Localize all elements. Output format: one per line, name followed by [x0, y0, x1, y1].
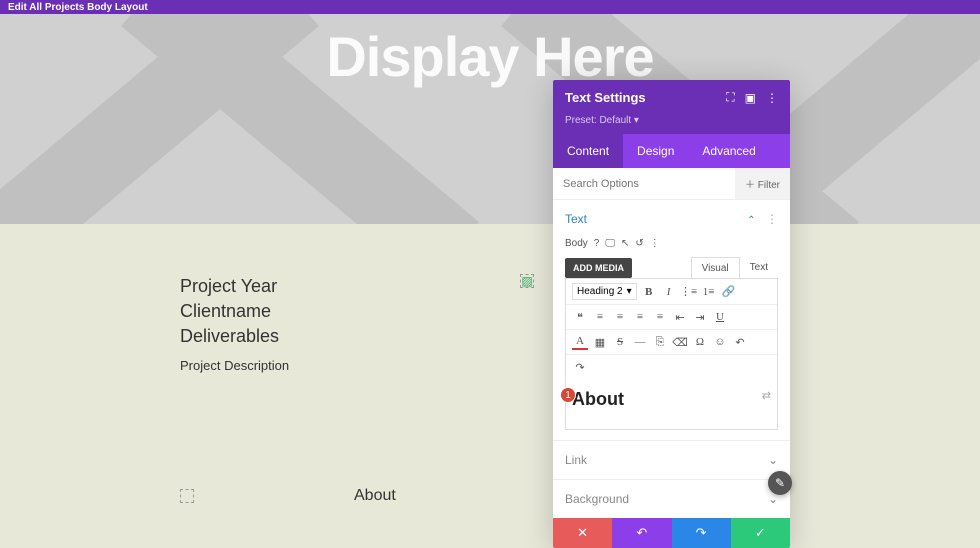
clear-icon[interactable]: ⌫: [672, 334, 688, 350]
edit-fab-button[interactable]: ✎: [768, 471, 792, 495]
preset-selector[interactable]: Preset: Default ▾: [553, 115, 790, 134]
expand-icon[interactable]: ⛶: [726, 90, 734, 105]
tab-text[interactable]: Text: [740, 257, 778, 279]
background-section[interactable]: Background ⌄: [553, 479, 790, 518]
tab-advanced[interactable]: Advanced: [688, 134, 769, 168]
filter-button[interactable]: ＋ Filter: [735, 168, 790, 199]
about-heading: About: [354, 487, 396, 505]
image-placeholder-icon: [180, 489, 194, 503]
more-icon[interactable]: ⋮: [766, 91, 778, 105]
ul-icon[interactable]: ⋮≡: [681, 284, 697, 300]
textcolor-icon[interactable]: A: [572, 334, 588, 350]
redo-icon[interactable]: ↷: [572, 359, 588, 375]
align-center-icon[interactable]: ≡: [612, 309, 628, 325]
image-placeholder-icon: ▨: [520, 274, 534, 288]
tab-content[interactable]: Content: [553, 134, 623, 168]
undo-icon[interactable]: ↶: [732, 334, 748, 350]
insert-image-icon[interactable]: ▦: [592, 334, 608, 350]
redo-button[interactable]: ↷: [672, 518, 731, 548]
body-options-row: Body ? 🖵 ↖ ↺ ⋮: [565, 238, 778, 249]
text-section: Text ⌃ ⋮ Body ? 🖵 ↖ ↺ ⋮ ADD MEDIA Visual…: [553, 200, 790, 440]
chevron-up-icon[interactable]: ⌃: [747, 215, 755, 226]
editor-content[interactable]: About: [572, 389, 771, 410]
strike-icon[interactable]: S: [612, 334, 628, 350]
align-justify-icon[interactable]: ≡: [652, 309, 668, 325]
hr-icon[interactable]: —: [632, 334, 648, 350]
desktop-icon[interactable]: 🖵: [605, 238, 615, 249]
align-left-icon[interactable]: ≡: [592, 309, 608, 325]
link-icon[interactable]: 🔗: [721, 284, 737, 300]
help-icon[interactable]: ?: [594, 238, 600, 249]
save-button[interactable]: ✓: [731, 518, 790, 548]
section-label-text: Text: [565, 212, 587, 226]
panel-footer: ✕ ↶ ↷ ✓: [553, 518, 790, 548]
hover-icon[interactable]: ↖: [621, 238, 629, 249]
italic-icon[interactable]: I: [661, 284, 677, 300]
indent-icon[interactable]: ⇥: [692, 309, 708, 325]
reset-icon[interactable]: ↺: [635, 238, 643, 249]
link-section[interactable]: Link ⌄: [553, 440, 790, 479]
more-icon[interactable]: ⋮: [766, 212, 778, 226]
dynamic-content-icon[interactable]: ⇄: [762, 389, 771, 402]
hero-heading: Display Here: [0, 14, 980, 89]
quote-icon[interactable]: ❝: [572, 309, 588, 325]
body-label: Body: [565, 238, 588, 249]
insert-icon[interactable]: ⎘: [652, 334, 668, 350]
chevron-down-icon: ⌄: [768, 453, 778, 467]
more-icon[interactable]: ⋮: [650, 238, 660, 249]
panel-title: Text Settings: [565, 90, 646, 105]
tab-design[interactable]: Design: [623, 134, 688, 168]
step-marker: 1: [560, 387, 576, 403]
text-settings-panel: Text Settings ⛶ ▣ ⋮ Preset: Default ▾ Co…: [553, 80, 790, 548]
content-area: Project Year Clientname Deliverables Pro…: [0, 224, 980, 393]
tab-visual[interactable]: Visual: [691, 257, 740, 279]
undo-button[interactable]: ↶: [612, 518, 671, 548]
layout-icon[interactable]: ▣: [745, 91, 756, 105]
text-editor[interactable]: 1 About ⇄: [566, 379, 777, 429]
editor-toolbar: Heading 2▾ B I ⋮≡ 1≡ 🔗 ❝ ≡ ≡ ≡ ≡ ⇤ ⇥ U A…: [565, 278, 778, 430]
align-right-icon[interactable]: ≡: [632, 309, 648, 325]
add-media-button[interactable]: ADD MEDIA: [565, 258, 632, 278]
bold-icon[interactable]: B: [641, 284, 657, 300]
hero-section: Display Here: [0, 14, 980, 224]
search-row: ＋ Filter: [553, 168, 790, 200]
top-bar: Edit All Projects Body Layout: [0, 0, 980, 14]
panel-tabs: Content Design Advanced: [553, 134, 790, 168]
panel-header[interactable]: Text Settings ⛶ ▣ ⋮: [553, 80, 790, 115]
outdent-icon[interactable]: ⇤: [672, 309, 688, 325]
emoji-icon[interactable]: ☺: [712, 334, 728, 350]
special-char-icon[interactable]: Ω: [692, 334, 708, 350]
underline-icon[interactable]: U: [712, 309, 728, 325]
page-title: Edit All Projects Body Layout: [8, 2, 148, 13]
search-input[interactable]: [553, 168, 735, 199]
heading-select[interactable]: Heading 2▾: [572, 283, 637, 300]
cancel-button[interactable]: ✕: [553, 518, 612, 548]
ol-icon[interactable]: 1≡: [701, 284, 717, 300]
